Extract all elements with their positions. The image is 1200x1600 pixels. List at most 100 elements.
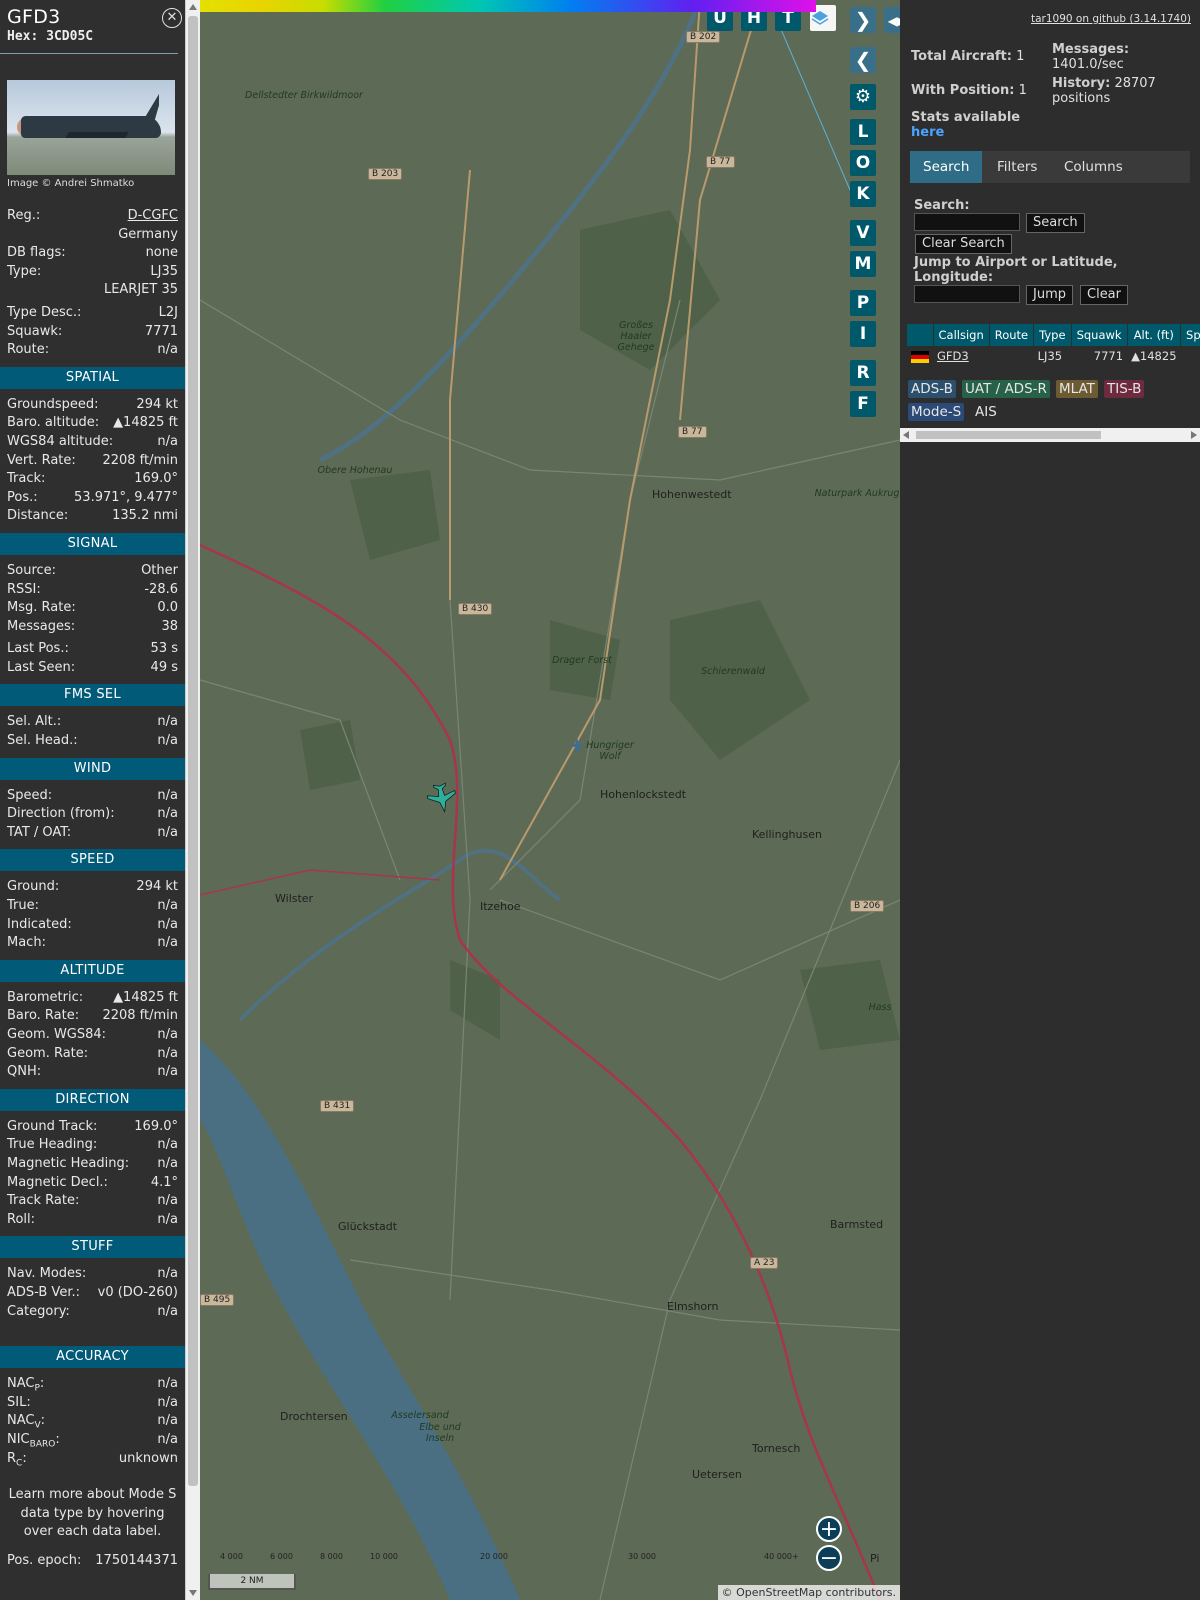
tab-search[interactable]: Search <box>910 151 983 183</box>
typedesc-value: L2J <box>158 304 178 320</box>
altitude-tick-label: 6 000 <box>270 1552 293 1561</box>
aircraft-info-panel: GFD3 Hex: 3CD05C ✕ Image © Andrei Shmatk… <box>0 0 185 1600</box>
signal-label: RSSI: <box>7 581 41 597</box>
altitude-value: ▲14825 ft <box>113 989 178 1005</box>
signal-label: Msg. Rate: <box>7 600 76 616</box>
wind-row: Speed: n/a <box>0 787 185 806</box>
altitude-label: Geom. WGS84: <box>7 1027 107 1042</box>
jump-button[interactable]: Jump <box>1026 285 1073 305</box>
legend-ads-b[interactable]: ADS-B <box>908 380 956 398</box>
clear-jump-button[interactable]: Clear <box>1080 285 1128 305</box>
epoch-label: Pos. epoch: <box>7 1552 82 1568</box>
toggle-button-m[interactable]: M <box>850 251 876 277</box>
nature-label: Großes Haaler Gehege <box>617 320 655 353</box>
signal-value: 0.0 <box>157 600 178 616</box>
map[interactable]: Hohenwestedt Hohenlockstedt Kellinghusen Wi… <box>200 0 900 1600</box>
signal-value: 49 s <box>150 659 178 675</box>
toggle-button-r[interactable]: R <box>850 360 876 386</box>
toggle-sidebar-icon[interactable]: ◀▶ <box>884 7 900 33</box>
section-fms: FMS SEL <box>0 684 185 707</box>
altitude-tick-label: 4 000 <box>220 1552 243 1561</box>
hscroll-thumb[interactable] <box>916 431 1101 439</box>
search-button[interactable]: Search <box>1026 213 1085 233</box>
scroll-down-icon[interactable] <box>189 1590 197 1596</box>
accuracy-label: SIL: <box>7 1394 31 1410</box>
selected-aircraft-icon[interactable] <box>426 782 459 815</box>
column-header[interactable]: Route <box>989 324 1035 346</box>
tab-columns[interactable]: Columns <box>1051 151 1136 183</box>
column-header[interactable]: Spd <box>1180 324 1200 346</box>
legend-tis-b[interactable]: TIS-B <box>1104 380 1145 398</box>
accuracy-value: n/a <box>157 1376 178 1392</box>
type-name: LEARJET 35 <box>103 282 178 298</box>
direction-label: Magnetic Decl.: <box>7 1174 108 1190</box>
dbflags-value: none <box>145 245 178 261</box>
wind-value: n/a <box>157 824 178 840</box>
accuracy-label: NICBARO: <box>7 1431 60 1450</box>
toggle-button-v[interactable]: V <box>850 220 876 246</box>
type-label: Type: <box>7 263 42 279</box>
toggle-button-l[interactable]: L <box>850 119 876 145</box>
aircraft-photo[interactable] <box>7 80 175 175</box>
row-altitude: ▲14825 <box>1131 349 1177 363</box>
row-speed <box>1181 346 1200 366</box>
toggle-button-p[interactable]: P <box>850 290 876 316</box>
accuracy-label: NACP: <box>7 1376 45 1394</box>
column-header[interactable] <box>907 324 934 346</box>
wind-label: Speed: <box>7 787 53 803</box>
spatial-row: Track: 169.0° <box>0 470 185 489</box>
jump-input[interactable] <box>914 285 1020 303</box>
row-callsign[interactable]: GFD3 <box>937 349 969 363</box>
table-hscrollbar[interactable] <box>900 428 1200 442</box>
toggle-button-k[interactable]: K <box>850 181 876 207</box>
github-link[interactable]: tar1090 on github (3.14.1740) <box>1031 13 1191 25</box>
spatial-label: Distance: <box>7 508 69 524</box>
table-row[interactable]: GFD3 LJ35 7771 ▲14825 <box>907 346 1200 366</box>
stats-here-link[interactable]: here <box>911 125 944 140</box>
column-header[interactable]: Alt. (ft) <box>1127 324 1182 346</box>
toggle-button-i[interactable]: I <box>850 321 876 347</box>
map-attribution[interactable]: © OpenStreetMap contributors. <box>717 1585 900 1600</box>
settings-gear-icon[interactable]: ⚙ <box>850 84 876 110</box>
scroll-up-icon[interactable] <box>189 4 197 10</box>
column-header[interactable]: Squawk <box>1071 324 1128 346</box>
section-wind: WIND <box>0 757 185 780</box>
dbflags-label: DB flags: <box>7 245 66 261</box>
legend-ais[interactable]: AIS <box>972 403 1000 421</box>
column-header[interactable]: Callsign <box>933 324 990 346</box>
direction-row: Ground Track: 169.0° <box>0 1118 185 1137</box>
direction-label: Roll: <box>7 1211 36 1227</box>
scroll-left-icon[interactable] <box>903 431 909 439</box>
accuracy-row: NACV: n/a <box>0 1412 185 1431</box>
close-info-button[interactable]: ✕ <box>162 8 182 28</box>
tab-filters[interactable]: Filters <box>984 151 1050 183</box>
stuff-label: ADS-B Ver.: <box>7 1284 80 1300</box>
info-scrollbar[interactable] <box>185 0 200 1600</box>
scroll-thumb[interactable] <box>188 16 198 1486</box>
expand-right-icon[interactable]: ❯ <box>850 7 876 33</box>
stuff-label: Nav. Modes: <box>7 1266 87 1282</box>
toggle-button-o[interactable]: O <box>850 150 876 176</box>
legend-mlat[interactable]: MLAT <box>1056 380 1098 398</box>
search-input[interactable] <box>914 213 1020 231</box>
scroll-right-icon[interactable] <box>1191 431 1197 439</box>
altitude-row: Geom. Rate: n/a <box>0 1045 185 1064</box>
accuracy-row: SIL: n/a <box>0 1394 185 1413</box>
route-value: n/a <box>157 342 178 358</box>
fms-row: Sel. Head.: n/a <box>0 732 185 751</box>
registration-link[interactable]: D-CGFC <box>128 208 178 223</box>
speed-label: Mach: <box>7 935 46 951</box>
epoch-value: 1750144371 <box>95 1552 178 1568</box>
wind-value: n/a <box>157 806 178 822</box>
legend-uat-ads-r[interactable]: UAT / ADS-R <box>962 380 1050 398</box>
jump-label: Jump to Airport or Latitude, Longitude: <box>914 255 1118 285</box>
toggle-button-f[interactable]: F <box>850 391 876 417</box>
altitude-value: n/a <box>157 1064 178 1080</box>
legend-mode-s[interactable]: Mode-S <box>908 403 965 421</box>
collapse-left-icon[interactable]: ❮ <box>850 47 876 73</box>
speed-label: Ground: <box>7 879 60 895</box>
country: Germany <box>118 226 178 242</box>
column-header[interactable]: Type <box>1033 324 1072 346</box>
zoom-in-button[interactable]: + <box>816 1516 842 1542</box>
clear-search-button[interactable]: Clear Search <box>915 234 1012 254</box>
